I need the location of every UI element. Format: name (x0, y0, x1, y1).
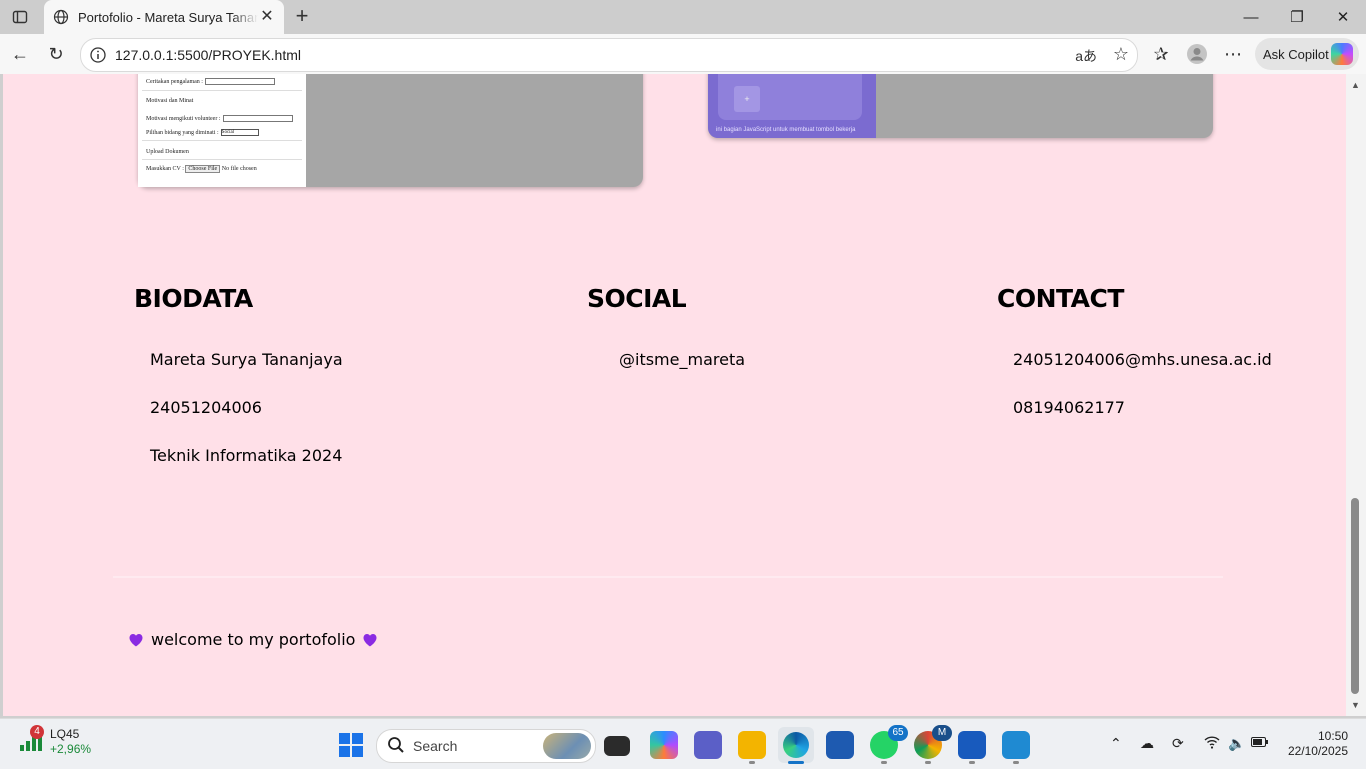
taskbar-search[interactable]: Search (376, 729, 596, 763)
stock-chart-icon: 4 (18, 725, 44, 753)
stock-badge: 4 (30, 725, 44, 739)
windows-start-icon[interactable] (339, 733, 363, 757)
scroll-down-icon[interactable]: ▼ (1351, 700, 1360, 710)
copilot-label: Ask Copilot (1263, 46, 1329, 62)
tab-title: Portofolio - Mareta Surya Tananja (78, 9, 258, 25)
url-text: 127.0.0.1:5500/PROYEK.html (115, 47, 301, 63)
word-icon[interactable] (958, 731, 986, 759)
task-view-icon[interactable] (604, 736, 630, 756)
volume-icon[interactable]: 🔈 (1228, 735, 1245, 752)
favorite-star-icon[interactable]: ☆ (1113, 44, 1129, 65)
whatsapp-badge: 65 (888, 725, 908, 741)
whatsapp-icon[interactable]: 65 (870, 725, 908, 759)
copilot-app-icon[interactable] (650, 731, 678, 759)
purple-heart-icon (362, 632, 378, 648)
wifi-icon[interactable] (1204, 735, 1220, 752)
favorites-icon[interactable]: ✰ (1148, 41, 1174, 67)
sync-icon[interactable]: ⟳ (1172, 735, 1184, 752)
project-screenshot-form: Ceritakan pengalaman : Motivasi dan Mina… (138, 74, 306, 187)
biodata-name: Mareta Surya Tananjaya (150, 350, 343, 369)
footer: welcome to my portofolio (128, 630, 378, 649)
search-icon (387, 736, 405, 759)
ask-copilot-button[interactable]: Ask Copilot (1255, 38, 1359, 70)
clock-date: 22/10/2025 (1287, 744, 1348, 758)
biodata-nim: 24051204006 (150, 398, 262, 417)
project-screenshot-javascript: + ini bagian JavaScript untuk membuat to… (708, 74, 876, 138)
form-section-upload: Upload Dokumen (146, 149, 189, 155)
contact-phone: 08194062177 (1013, 398, 1125, 417)
onedrive-icon[interactable]: ☁ (1140, 735, 1154, 752)
tab-portfolio[interactable]: Portofolio - Mareta Surya Tananja ✕ (44, 0, 284, 34)
scrollbar-thumb[interactable] (1351, 498, 1359, 694)
scroll-up-icon[interactable]: ▲ (1351, 80, 1360, 90)
form-row-cv: Masukkan CV : Choose File No file chosen (146, 165, 257, 173)
form-row-experience: Ceritakan pengalaman : (146, 78, 275, 85)
form-section-motivation: Motivasi dan Minat (146, 98, 194, 104)
biodata-section: BIODATA Mareta Surya Tananjaya 240512040… (134, 284, 343, 465)
page-scrollbar[interactable]: ▲ ▼ (1346, 74, 1366, 716)
footer-text: welcome to my portofolio (151, 630, 356, 649)
chrome-profile-badge: M (932, 725, 952, 741)
edge-taskbar-button[interactable] (778, 727, 814, 763)
social-heading: SOCIAL (587, 284, 687, 313)
clock-time: 10:50 (1317, 729, 1348, 743)
tab-actions-icon[interactable] (8, 5, 32, 29)
restore-icon[interactable]: ❐ (1274, 0, 1320, 34)
project-caption: ini bagian JavaScript untuk membuat tomb… (716, 127, 856, 133)
tab-close-icon[interactable]: ✕ (258, 8, 276, 26)
plus-icon: + (734, 86, 760, 112)
form-row-interest: Pilihan bidang yang diminati : Social (146, 129, 259, 136)
stock-change: +2,96% (50, 742, 92, 756)
navigation-bar: ← ↻ 127.0.0.1:5500/PROYEK.html aあ ☆ ✰ ⋯ … (0, 34, 1366, 74)
microsoft-store-icon[interactable] (826, 731, 854, 759)
minimize-icon[interactable]: — (1228, 0, 1274, 34)
more-menu-icon[interactable]: ⋯ (1220, 41, 1246, 67)
chrome-icon[interactable]: M (914, 725, 952, 759)
footer-divider (113, 576, 1223, 578)
social-section: SOCIAL @itsme_mareta (587, 284, 745, 369)
search-label: Search (413, 738, 458, 754)
back-icon[interactable]: ← (7, 41, 33, 67)
stock-name: LQ45 (50, 727, 80, 741)
stock-widget[interactable]: 4 LQ45 +2,96% (18, 725, 92, 757)
search-highlight-image (543, 733, 591, 759)
address-bar[interactable]: 127.0.0.1:5500/PROYEK.html aあ ☆ (80, 38, 1138, 72)
contact-section: CONTACT 24051204006@mhs.unesa.ac.id 0819… (997, 284, 1272, 417)
edge-icon (783, 732, 809, 758)
refresh-icon[interactable]: ↻ (43, 41, 69, 67)
vscode-icon[interactable] (1002, 731, 1030, 759)
read-aloud-icon[interactable]: aあ (1075, 46, 1097, 66)
social-instagram-link[interactable]: @itsme_mareta (619, 350, 745, 369)
form-row-motivation: Motivasi mengikuti volunteer : (146, 115, 293, 122)
teams-icon[interactable] (694, 731, 722, 759)
contact-email[interactable]: 24051204006@mhs.unesa.ac.id (1013, 350, 1272, 369)
biodata-heading: BIODATA (134, 284, 253, 313)
profile-avatar[interactable] (1184, 41, 1210, 67)
purple-heart-icon (128, 632, 144, 648)
page-content: Ceritakan pengalaman : Motivasi dan Mina… (3, 74, 1346, 716)
close-window-icon[interactable]: ✕ (1320, 0, 1366, 34)
system-clock[interactable]: 10:50 22/10/2025 (1282, 729, 1348, 759)
biodata-program: Teknik Informatika 2024 (150, 446, 343, 465)
tab-strip: Portofolio - Mareta Surya Tananja ✕ + — … (0, 0, 1366, 34)
file-explorer-icon[interactable] (738, 731, 766, 759)
taskbar: 4 LQ45 +2,96% Search 65 M ⌃ ☁ ⟳ 🔈 10:50 … (0, 718, 1366, 769)
contact-heading: CONTACT (997, 284, 1124, 313)
site-info-icon[interactable] (89, 46, 107, 64)
new-tab-button[interactable]: + (290, 4, 314, 28)
copilot-logo-icon (1331, 43, 1353, 65)
project-card-form[interactable]: Ceritakan pengalaman : Motivasi dan Mina… (138, 74, 643, 187)
show-hidden-icons-icon[interactable]: ⌃ (1110, 735, 1122, 752)
battery-icon[interactable] (1251, 735, 1269, 751)
globe-icon (52, 8, 70, 26)
project-card-javascript[interactable]: + ini bagian JavaScript untuk membuat to… (708, 74, 1213, 138)
